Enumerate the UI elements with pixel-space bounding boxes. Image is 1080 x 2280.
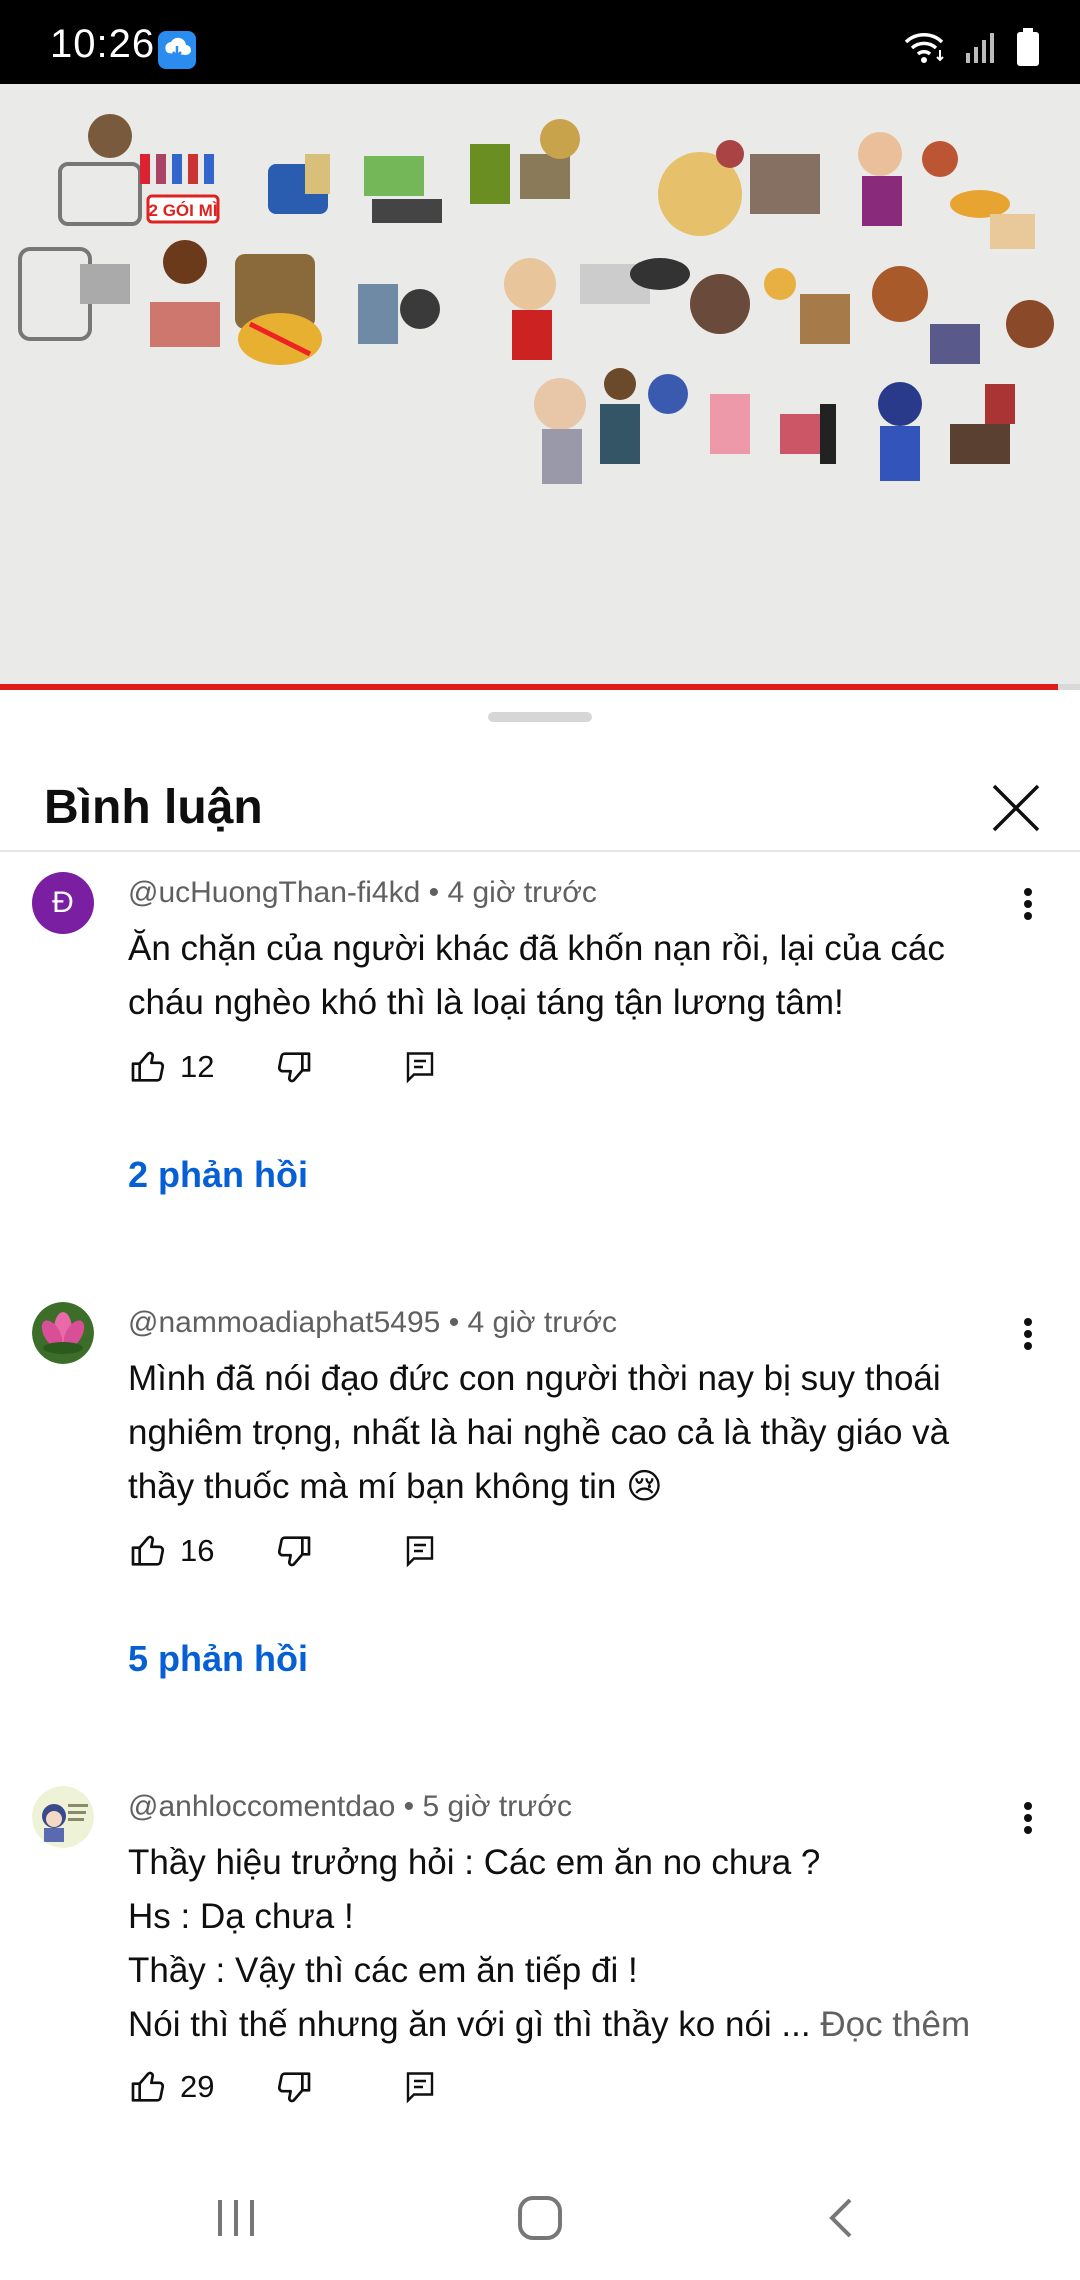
home-button[interactable] [516,2194,564,2247]
app-notification-icon [158,31,196,69]
like-button[interactable]: 16 [128,1531,214,1571]
back-icon [829,2198,852,2238]
sheet-drag-handle[interactable] [488,712,592,722]
reply-button[interactable] [402,1533,438,1569]
avatar[interactable] [32,1786,94,1848]
comment-time: 5 giờ trước [422,1790,572,1823]
comment-line: Hs : Dạ chưa ! [128,1897,354,1936]
thumbs-down-icon [278,1052,311,1083]
svg-text:2 GÓI MÌ: 2 GÓI MÌ [149,201,218,220]
comment-text: Thầy hiệu trưởng hỏi : Các em ăn no chưa… [128,1836,1008,2052]
comments-sheet: Bình luận Đ @ucHuongThan-fi4kd • 4 giờ t… [0,694,1080,2280]
more-options-button[interactable] [1016,1310,1040,1358]
sheet-title: Bình luận [44,781,263,834]
meta-separator: • [403,1790,423,1823]
reply-icon [407,2072,434,2104]
comment-author[interactable]: @nammoadiaphat5495 [128,1306,440,1339]
comment-actions: 12 [128,1042,438,1092]
close-button[interactable] [990,782,1042,834]
avatar-letter: Đ [32,872,94,934]
comment-actions: 29 [128,2062,438,2112]
avatar[interactable]: Đ [32,872,94,934]
system-navigation-bar [0,2160,1080,2280]
dislike-button[interactable] [274,2067,314,2107]
header-divider [0,850,1080,852]
dislike-button[interactable] [274,1047,314,1087]
like-button[interactable]: 29 [128,2067,214,2107]
dislike-button[interactable] [274,1531,314,1571]
back-button[interactable] [820,2196,864,2245]
more-options-button[interactable] [1016,1794,1040,1842]
comment-line: Thầy : Vậy thì các em ăn tiếp đi ! [128,1951,638,1990]
comment-time: 4 giờ trước [467,1306,617,1339]
like-count: 29 [180,2069,215,2104]
comment-text: Ăn chặn của người khác đã khốn nạn rồi, … [128,922,1008,1030]
lotus-avatar-image [32,1302,94,1364]
comment-time: 4 giờ trước [447,876,597,909]
thumbs-down-icon [278,1536,311,1567]
thumbs-up-icon [131,1051,165,1082]
more-vert-icon [1024,1318,1032,1350]
reply-icon [407,1536,434,1568]
reply-button[interactable] [402,1049,438,1085]
comment-line: thầy thuốc mà mí bạn không tin 😢 [128,1467,663,1506]
thumbs-up-icon [131,2071,165,2102]
more-vert-icon [1024,1802,1032,1834]
close-icon [992,784,1040,832]
video-progress-bar[interactable] [0,684,1080,690]
status-bar: 10:26 [0,0,1080,84]
more-options-button[interactable] [1016,880,1040,928]
comment-line: nghiêm trọng, nhất là hai nghề cao cả là… [128,1413,950,1452]
comment-line: Ăn chặn của người khác đã khốn nạn rồi, … [128,929,945,968]
view-replies-link[interactable]: 5 phản hồi [128,1638,308,1680]
comment-line: cháu nghèo khó thì là loại táng tận lươn… [128,983,844,1022]
comment-line-last: Nói thì thế nhưng ăn với gì thì thầy ko … [128,1998,1008,2052]
comment-meta: @nammoadiaphat5495 • 4 giờ trước [128,1306,617,1340]
avatar[interactable] [32,1302,94,1364]
meta-separator: • [428,876,448,909]
video-progress-fill [0,684,1059,690]
anime-avatar-image [32,1786,94,1848]
comment-line: Mình đã nói đạo đức con người thời nay b… [128,1359,941,1398]
read-more-link[interactable]: Đọc thêm [820,2005,970,2044]
reply-icon [407,1052,434,1084]
video-player[interactable]: 2 GÓI MÌ [0,84,1080,684]
comment-meta: @anhloccomentdao • 5 giờ trước [128,1790,572,1824]
comment-actions: 16 [128,1526,438,1576]
signal-icon [964,31,998,68]
comment-author[interactable]: @anhloccomentdao [128,1790,395,1823]
sheet-header: Bình luận [0,754,1080,854]
view-replies-link[interactable]: 2 phản hồi [128,1154,308,1196]
like-button[interactable]: 12 [128,1047,214,1087]
comment-text: Mình đã nói đạo đức con người thời nay b… [128,1352,1008,1514]
recent-apps-icon [218,2200,254,2236]
thumbs-down-icon [278,2072,311,2103]
comment-author[interactable]: @ucHuongThan-fi4kd [128,876,420,909]
like-count: 16 [180,1533,215,1568]
home-icon [518,2196,562,2240]
more-vert-icon [1024,888,1032,920]
recent-apps-button[interactable] [214,2196,258,2245]
status-time: 10:26 [50,22,156,66]
wifi-icon [902,30,946,69]
comment-meta: @ucHuongThan-fi4kd • 4 giờ trước [128,876,597,910]
like-count: 12 [180,1049,215,1084]
battery-icon [1016,28,1040,71]
video-frame-illustration: 2 GÓI MÌ [0,84,1080,684]
comment-line: Thầy hiệu trưởng hỏi : Các em ăn no chưa… [128,1843,821,1882]
comment-line: Nói thì thế nhưng ăn với gì thì thầy ko … [128,2005,811,2044]
thumbs-up-icon [131,1535,165,1566]
meta-separator: • [448,1306,468,1339]
reply-button[interactable] [402,2069,438,2105]
